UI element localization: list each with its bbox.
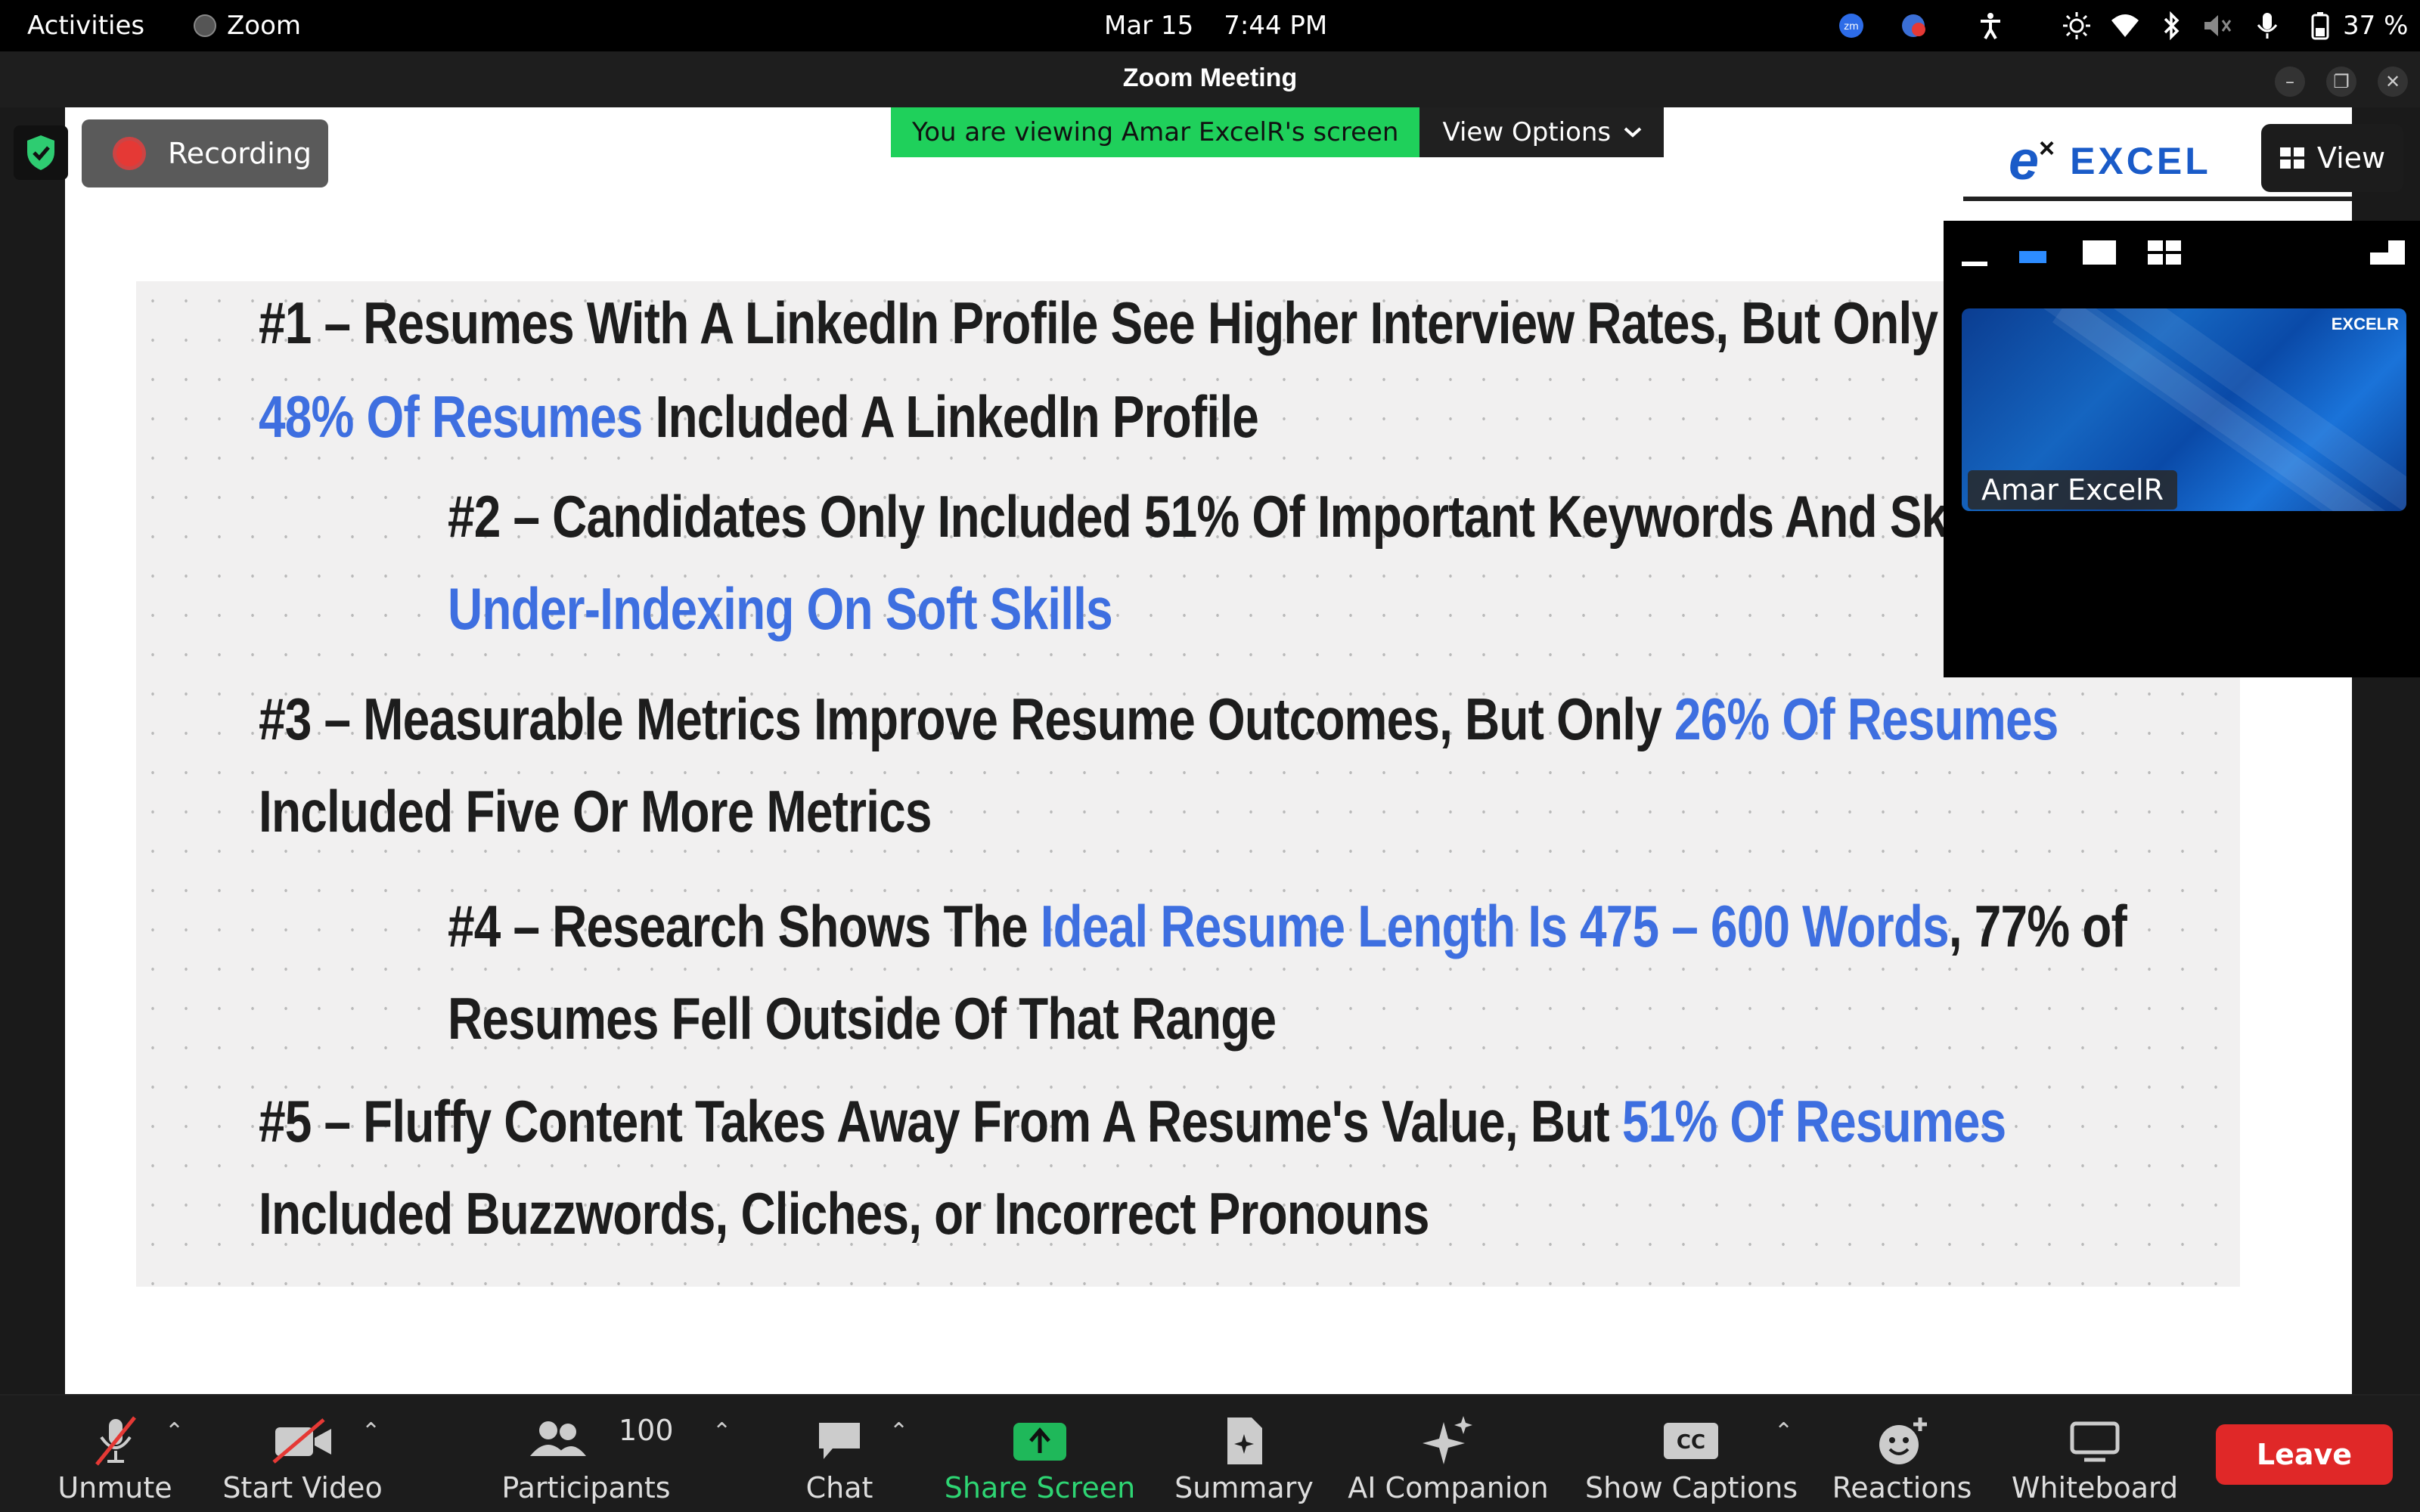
unmute-label: Unmute xyxy=(57,1471,172,1504)
whiteboard-icon xyxy=(2004,1412,2186,1470)
summary-button[interactable]: Summary xyxy=(1165,1406,1323,1504)
reactions-button[interactable]: Reactions xyxy=(1823,1406,1981,1504)
battery-icon[interactable] xyxy=(2305,11,2335,41)
minimize-icon[interactable]: – xyxy=(2275,67,2305,97)
close-icon[interactable]: ✕ xyxy=(2378,67,2408,97)
start-video-label: Start Video xyxy=(222,1471,383,1504)
video-options-chevron-icon[interactable]: ⌃ xyxy=(361,1418,380,1445)
slide-line-4: Under-Indexing On Soft Skills xyxy=(448,575,1113,642)
date-label: Mar 15 xyxy=(1104,11,1194,41)
excelr-logo: e × EXCEL xyxy=(2009,131,2211,191)
slide-line-6: Included Five Or More Metrics xyxy=(259,778,932,844)
captions-options-chevron-icon[interactable]: ⌃ xyxy=(1774,1418,1793,1445)
brightness-icon[interactable] xyxy=(2062,11,2092,41)
unmute-button[interactable]: Unmute xyxy=(48,1406,182,1504)
slide-line-9: #5 – Fluffy Content Takes Away From A Re… xyxy=(259,1088,2006,1154)
gallery-view-icon[interactable] xyxy=(2145,236,2184,272)
participant-count-badge: 100 xyxy=(619,1414,674,1447)
slide-line-5: #3 – Measurable Metrics Improve Resume O… xyxy=(259,686,2059,752)
microphone-muted-icon xyxy=(48,1412,182,1470)
share-screen-label: Share Screen xyxy=(944,1471,1136,1504)
chat-options-chevron-icon[interactable]: ⌃ xyxy=(889,1418,908,1445)
speaker-view-icon[interactable] xyxy=(2016,236,2049,272)
chat-button[interactable]: Chat xyxy=(779,1406,900,1504)
slide-line-10: Included Buzzwords, Cliches, or Incorrec… xyxy=(259,1180,1429,1247)
screen-share-banner: You are viewing Amar ExcelR's screen Vie… xyxy=(891,107,1665,157)
shared-slide: #1 – Resumes With A LinkedIn Profile See… xyxy=(136,281,2240,1287)
thumbnail-logo: EXCELR xyxy=(2331,314,2399,333)
summary-label: Summary xyxy=(1174,1471,1314,1504)
window-title-bar[interactable]: Zoom Meeting – ❐ ✕ xyxy=(0,51,2420,107)
video-thumbnail-panel[interactable]: EXCELR Amar ExcelR xyxy=(1944,221,2420,677)
participant-video-tile[interactable]: EXCELR Amar ExcelR xyxy=(1962,308,2406,511)
recording-indicator[interactable]: Recording xyxy=(82,119,328,187)
activities-button[interactable]: Activities xyxy=(27,9,144,42)
show-captions-button[interactable]: CC Show Captions xyxy=(1585,1406,1798,1504)
time-label: 7:44 PM xyxy=(1224,11,1328,41)
clock[interactable]: Mar 15 7:44 PM xyxy=(1104,9,1327,42)
leave-button[interactable]: Leave xyxy=(2216,1424,2393,1485)
participant-name-label: Amar ExcelR xyxy=(1968,470,2178,510)
recording-label: Recording xyxy=(168,137,312,170)
accessibility-icon[interactable] xyxy=(1975,11,2006,41)
ai-companion-label: AI Companion xyxy=(1348,1471,1549,1504)
video-off-icon xyxy=(219,1412,386,1470)
view-button-label: View xyxy=(2316,141,2386,175)
participants-options-chevron-icon[interactable]: ⌃ xyxy=(712,1418,731,1445)
zoom-tray-icon[interactable]: zm xyxy=(1836,11,1866,41)
audio-options-chevron-icon[interactable]: ⌃ xyxy=(165,1418,184,1445)
standard-view-icon[interactable] xyxy=(2080,236,2119,272)
chevron-down-icon xyxy=(1624,127,1642,138)
hide-video-icon[interactable] xyxy=(1959,236,1992,272)
meeting-stage: #1 – Resumes With A LinkedIn Profile See… xyxy=(0,107,2420,1394)
app-menu[interactable]: Zoom xyxy=(194,9,301,42)
share-screen-button[interactable]: Share Screen xyxy=(938,1406,1142,1504)
slide-line-8: Resumes Fell Outside Of That Range xyxy=(448,985,1277,1052)
share-screen-icon xyxy=(938,1412,1142,1470)
wifi-icon[interactable] xyxy=(2110,11,2140,41)
slide-line-2: 48% Of Resumes Included A LinkedIn Profi… xyxy=(259,383,1259,450)
volume-muted-icon[interactable] xyxy=(2202,11,2232,41)
security-shield-icon[interactable] xyxy=(14,125,68,180)
reaction-smiley-icon xyxy=(1823,1412,1981,1470)
chat-bubble-icon xyxy=(779,1412,900,1470)
show-captions-label: Show Captions xyxy=(1585,1471,1798,1504)
pop-out-icon[interactable] xyxy=(2367,236,2406,272)
zoom-app-icon xyxy=(194,14,216,37)
window-title: Zoom Meeting xyxy=(1122,64,1298,92)
reactions-label: Reactions xyxy=(1832,1471,1972,1504)
meeting-toolbar: Unmute ⌃ Start Video ⌃ Participants 100 … xyxy=(0,1394,2420,1512)
participants-label: Participants xyxy=(501,1471,671,1504)
closed-captions-icon: CC xyxy=(1585,1412,1797,1470)
recording-dot-icon xyxy=(116,141,142,166)
whiteboard-button[interactable]: Whiteboard xyxy=(2004,1406,2186,1504)
svg-text:CC: CC xyxy=(1677,1431,1705,1454)
restore-icon[interactable]: ❐ xyxy=(2326,67,2356,97)
slide-line-1: #1 – Resumes With A LinkedIn Profile See… xyxy=(259,290,1938,356)
viewing-screen-text: You are viewing Amar ExcelR's screen xyxy=(891,107,1420,157)
ai-sparkle-icon xyxy=(1346,1412,1550,1470)
view-options-button[interactable]: View Options xyxy=(1419,107,1665,157)
summary-document-icon xyxy=(1165,1412,1323,1470)
bluetooth-icon[interactable] xyxy=(2157,11,2187,41)
grid-view-icon xyxy=(2279,147,2304,169)
app-menu-label: Zoom xyxy=(227,11,302,41)
whiteboard-label: Whiteboard xyxy=(2011,1471,2179,1504)
slide-line-3: #2 – Candidates Only Included 51% Of Imp… xyxy=(448,483,2026,550)
slide-line-7: #4 – Research Shows The Ideal Resume Len… xyxy=(448,893,2127,959)
system-top-bar: Activities Zoom Mar 15 7:44 PM zm 37 % xyxy=(0,0,2420,51)
microphone-icon[interactable] xyxy=(2252,11,2282,41)
view-options-label: View Options xyxy=(1442,117,1612,147)
battery-percentage: 37 % xyxy=(2343,11,2409,41)
chat-label: Chat xyxy=(805,1471,873,1504)
svg-text:zm: zm xyxy=(1844,21,1859,33)
view-button[interactable]: View xyxy=(2261,124,2403,192)
start-video-button[interactable]: Start Video xyxy=(219,1406,386,1504)
ai-companion-button[interactable]: AI Companion xyxy=(1346,1406,1550,1504)
notification-tray-icon[interactable] xyxy=(1898,11,1928,41)
